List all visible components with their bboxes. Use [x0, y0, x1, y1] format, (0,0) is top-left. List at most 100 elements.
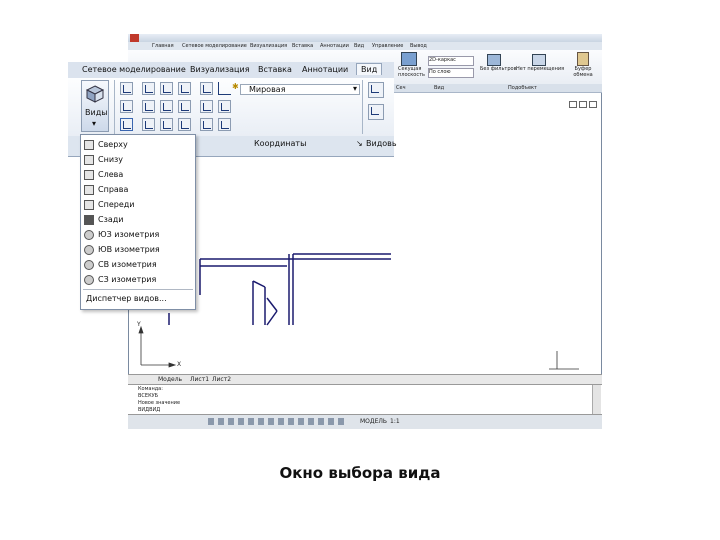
main-tab-annotate[interactable]: Аннотации	[320, 43, 349, 49]
ucs-origin-icon[interactable]	[142, 82, 155, 95]
zoom-icon[interactable]	[120, 82, 133, 95]
view-se-iso-icon	[84, 245, 94, 255]
tab-visualization[interactable]: Визуализация	[190, 65, 250, 74]
main-tab-modeling[interactable]: Сетевое моделирование	[182, 43, 247, 49]
axis-x-label: X	[177, 361, 182, 368]
status-model-button[interactable]: МОДЕЛЬ	[360, 418, 387, 425]
main-tab-visualization[interactable]: Визуализация	[250, 43, 287, 49]
ucs-3point-icon[interactable]	[142, 100, 155, 113]
view-item-back[interactable]: Сзади	[83, 213, 193, 228]
view-item-nw-iso[interactable]: СЗ изометрия	[83, 273, 193, 288]
chevron-down-icon: ▾	[92, 119, 97, 128]
command-window[interactable]: Команда: ВСЕКУБ Новое значение ВИДВИД	[128, 384, 602, 415]
ucs-icon	[138, 325, 177, 368]
view-item-se-iso[interactable]: ЮВ изометрия	[83, 243, 193, 258]
views-cube-icon	[85, 85, 105, 103]
clipboard-button[interactable]: Буфер обмена	[570, 52, 596, 82]
no-filter-button[interactable]: Без фильтров	[480, 54, 517, 80]
view-item-right[interactable]: Справа	[83, 183, 193, 198]
visual-style-dropdown[interactable]: 2D-каркас	[428, 56, 474, 66]
viewport-close-icon[interactable]	[589, 101, 597, 108]
ucs-y-icon[interactable]	[160, 100, 173, 113]
app-logo-icon[interactable]	[130, 34, 139, 42]
view-top-icon	[84, 140, 94, 150]
tab-mesh-modeling[interactable]: Сетевое моделирование	[82, 65, 186, 74]
view-item-top[interactable]: Сверху	[83, 138, 193, 153]
view-sw-iso-icon	[84, 230, 94, 240]
ribbon-separator	[362, 80, 363, 134]
ucs-zaxis-icon[interactable]	[178, 118, 191, 131]
ucs-named-icon[interactable]	[200, 82, 213, 95]
ucs-circle-icon[interactable]	[120, 118, 133, 131]
view-item-bottom[interactable]: Снизу	[83, 153, 193, 168]
status-bar: МОДЕЛЬ 1:1	[128, 414, 602, 429]
group-expand-icon[interactable]: ↘	[356, 139, 363, 148]
tab-layout2[interactable]: Лист2	[212, 376, 231, 383]
group-label-viewports: Видовь	[366, 139, 397, 148]
main-tab-manage[interactable]: Управление	[372, 43, 403, 49]
layer-dropdown[interactable]: По слою	[428, 68, 474, 78]
no-move-button[interactable]: Нет перемещения	[516, 54, 564, 80]
ucs-apply-icon[interactable]	[200, 100, 213, 113]
group-label-section: Сеч	[396, 85, 406, 91]
views-button[interactable]: Виды ▾	[81, 80, 109, 132]
view-manager-item[interactable]: Диспетчер видов...	[83, 292, 193, 307]
ucs-object-icon[interactable]	[178, 82, 191, 95]
tab-model[interactable]: Модель	[158, 376, 182, 383]
view-right-icon	[84, 185, 94, 195]
viewport-restore-icon[interactable]	[579, 101, 587, 108]
section-plane-button[interactable]: Секущая плоскость	[398, 52, 425, 82]
view-item-left[interactable]: Слева	[83, 168, 193, 183]
ucs-settings-icon[interactable]	[218, 100, 231, 113]
ucs-name-value: Мировая	[249, 85, 286, 94]
section-plane-icon	[401, 52, 417, 66]
tab-view[interactable]: Вид	[356, 63, 383, 75]
ucs-manager-icon[interactable]	[200, 118, 213, 131]
view-ne-iso-icon	[84, 260, 94, 270]
view-back-icon	[84, 215, 94, 225]
main-tab-insert[interactable]: Вставка	[292, 43, 313, 49]
ucs-z-icon[interactable]	[160, 118, 173, 131]
viewport-config-icon[interactable]	[368, 82, 384, 98]
named-viewports-icon[interactable]	[368, 104, 384, 120]
command-line-4: ВИДВИД	[138, 407, 161, 413]
status-icons	[208, 418, 348, 425]
ucs-icon-dropdown[interactable]: ✱	[218, 82, 240, 95]
view-bottom-icon	[84, 155, 94, 165]
view-item-sw-iso[interactable]: ЮЗ изометрия	[83, 228, 193, 243]
menu-divider	[83, 289, 193, 290]
dropdown-arrow-icon: ▾	[352, 84, 357, 93]
main-tab-view[interactable]: Вид	[354, 43, 364, 49]
status-scale[interactable]: 1:1	[390, 418, 400, 425]
ucs-world-icon[interactable]	[120, 100, 133, 113]
ucs-axis-icon	[218, 82, 231, 95]
view-left-icon	[84, 170, 94, 180]
group-label-view: Вид	[434, 85, 445, 91]
ucs-x-icon[interactable]	[142, 118, 155, 131]
main-tab-home[interactable]: Главная	[152, 43, 174, 49]
view-nw-iso-icon	[84, 275, 94, 285]
view-item-front[interactable]: Спереди	[83, 198, 193, 213]
slide-caption: Окно выбора вида	[279, 464, 441, 482]
main-tab-output[interactable]: Вывод	[410, 43, 427, 49]
ucs-view-icon[interactable]	[160, 82, 173, 95]
ucs-name-dropdown[interactable]: Мировая ▾	[240, 84, 360, 95]
command-line-1: Команда:	[138, 386, 163, 392]
tab-insert[interactable]: Вставка	[258, 65, 292, 74]
lightbulb-icon: ✱	[232, 82, 239, 91]
tab-annotate[interactable]: Аннотации	[302, 65, 348, 74]
view-ribbon-panel: Виды ▾ ✱ Мировая ▾	[68, 78, 394, 137]
viewport-minimize-icon[interactable]	[569, 101, 577, 108]
axis-y-label: Y	[137, 321, 141, 328]
filter-icon	[487, 54, 501, 66]
view-ribbon-tabs: Сетевое моделирование Визуализация Встав…	[68, 62, 394, 79]
ucs-previous-icon[interactable]	[218, 118, 231, 131]
command-line-2: ВСЕКУБ	[138, 393, 159, 399]
group-label-subobject: Подобъект	[508, 85, 537, 91]
group-label-coordinates: Координаты	[254, 139, 307, 148]
ucs-face-icon[interactable]	[178, 100, 191, 113]
view-item-ne-iso[interactable]: СВ изометрия	[83, 258, 193, 273]
command-scrollbar[interactable]	[592, 385, 601, 415]
clipboard-icon	[577, 52, 589, 66]
tab-layout1[interactable]: Лист1	[190, 376, 209, 383]
